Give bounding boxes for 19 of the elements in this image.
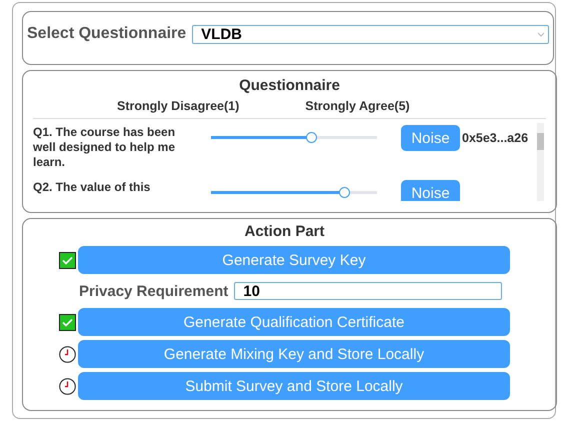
hash-text: 0x5e3...a26 <box>462 131 528 145</box>
action-button[interactable]: Generate Qualification Certificate <box>78 308 510 336</box>
field-label: Privacy Requirement <box>79 282 228 300</box>
privacy-input[interactable]: 10 <box>234 282 502 300</box>
action-button[interactable]: Submit Survey and Store Locally <box>78 372 510 400</box>
chevron-icon <box>537 32 545 36</box>
scale-label: Strongly Agree(5) <box>305 99 410 113</box>
action-button[interactable]: Generate Survey Key <box>78 246 510 274</box>
question-text: Q1. The course has been well designed to help me learn. <box>33 125 176 170</box>
noise-button[interactable]: Noise <box>401 180 460 201</box>
scale-label: Strongly Disagree(1) <box>117 99 240 113</box>
noise-button[interactable]: Noise <box>401 125 460 151</box>
questionnaire-select[interactable]: VLDB <box>192 24 549 44</box>
panel-title: Action Part <box>243 223 326 240</box>
scrollbar[interactable] <box>537 123 544 201</box>
question-text: Q2. The value of this <box>33 180 152 195</box>
panel-title: Questionnaire <box>238 77 341 94</box>
action-button[interactable]: Generate Mixing Key and Store Locally <box>78 340 510 368</box>
select-label: Select Questionnaire <box>27 25 186 43</box>
